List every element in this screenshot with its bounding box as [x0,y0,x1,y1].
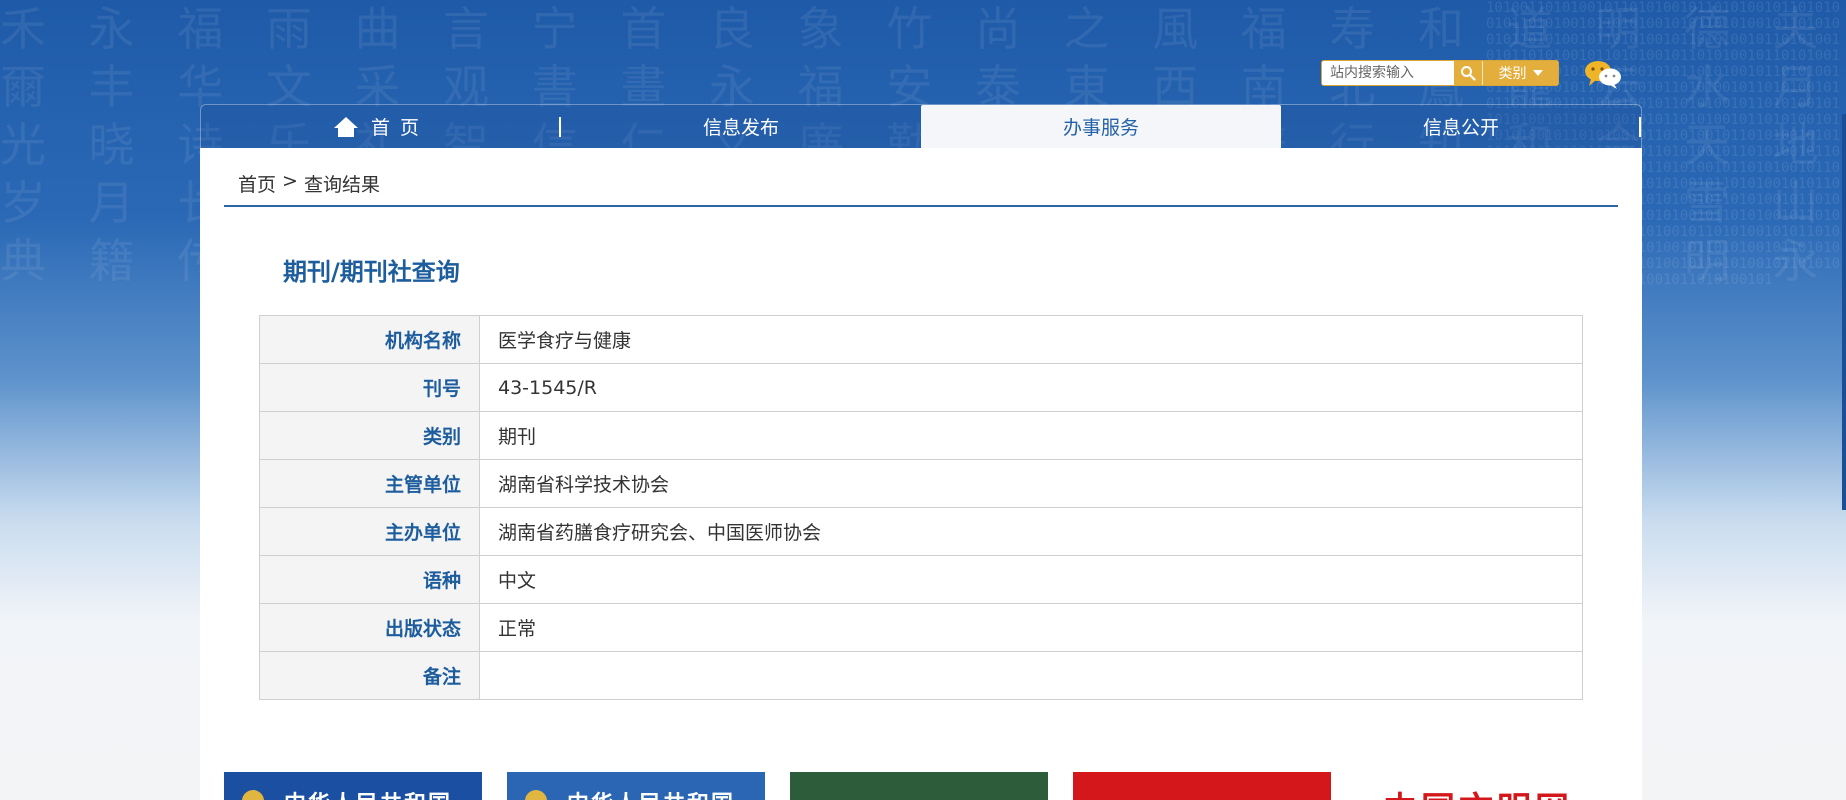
search-button[interactable] [1454,61,1483,85]
link-banners: 中华人民共和国 中华人民共和国 中国文明网 [224,772,1624,800]
table-row: 类别 期刊 [259,411,1583,460]
nav-home[interactable]: 首页 [201,105,561,148]
table-row: 主管单位 湖南省科学技术协会 [259,459,1583,508]
site-search: 类别 [1321,60,1559,86]
home-icon [333,116,358,137]
wechat-icon[interactable] [1583,58,1623,90]
category-dropdown[interactable]: 类别 [1483,61,1558,85]
field-label: 刊号 [259,363,480,412]
breadcrumb-current: 查询结果 [303,174,380,196]
field-value [479,651,1583,700]
search-input[interactable] [1322,61,1454,85]
breadcrumb-home[interactable]: 首页 [238,170,276,197]
nav-divider [1639,117,1641,137]
field-value: 湖南省科学技术协会 [479,459,1583,508]
nav-home-label: 首页 [370,117,429,139]
nav-info-release-label: 信息发布 [702,117,779,139]
table-row: 出版状态 正常 [259,603,1583,652]
field-label: 出版状态 [259,603,480,652]
page-title: 期刊/期刊社查询 [283,258,460,286]
scrollbar-edge [1842,114,1846,510]
banner-link-1[interactable]: 中华人民共和国 [224,772,482,800]
field-label: 类别 [259,411,480,460]
banner-text: 中华人民共和国 [284,786,452,800]
field-label: 机构名称 [259,315,480,364]
field-label: 主办单位 [259,507,480,556]
table-row: 语种 中文 [259,555,1583,604]
banner-text: 中华人民共和国 [567,786,735,800]
field-value: 中文 [479,555,1583,604]
table-row: 刊号 43-1545/R [259,363,1583,412]
search-icon [1461,66,1476,81]
nav-services-label: 办事服务 [1062,117,1139,139]
nav-services[interactable]: 办事服务 [921,105,1281,148]
field-label: 备注 [259,651,480,700]
field-value: 医学食疗与健康 [479,315,1583,364]
nav-info-disclosure-label: 信息公开 [1422,117,1499,139]
main-navigation: 首页 信息发布 办事服务 信息公开 [200,104,1642,148]
breadcrumb-divider [224,205,1618,207]
field-value: 期刊 [479,411,1583,460]
field-value: 正常 [479,603,1583,652]
chevron-down-icon [1532,70,1543,76]
national-emblem-icon [525,790,547,800]
category-label: 类别 [1498,66,1527,82]
field-label: 语种 [259,555,480,604]
banner-link-4[interactable] [1073,772,1331,800]
banner-link-3[interactable] [790,772,1048,800]
table-row: 机构名称 医学食疗与健康 [259,315,1583,364]
table-row: 备注 [259,651,1583,700]
banner-link-2[interactable]: 中华人民共和国 [507,772,765,800]
banner-link-5[interactable]: 中国文明网 [1359,772,1617,800]
content-panel: 首页 > 查询结果 期刊/期刊社查询 机构名称 医学食疗与健康 刊号 43-15… [200,148,1642,800]
national-emblem-icon [242,790,264,800]
field-value: 43-1545/R [479,363,1583,412]
field-label: 主管单位 [259,459,480,508]
nav-info-disclosure[interactable]: 信息公开 [1281,105,1641,148]
banner-text: 中国文明网 [1383,782,1573,800]
table-row: 主办单位 湖南省药膳食疗研究会、中国医师协会 [259,507,1583,556]
journal-details-table: 机构名称 医学食疗与健康 刊号 43-1545/R 类别 期刊 主管单位 湖南省… [259,315,1583,700]
breadcrumb: 首页 > 查询结果 [238,170,380,197]
field-value: 湖南省药膳食疗研究会、中国医师协会 [479,507,1583,556]
breadcrumb-separator: > [282,170,298,192]
nav-info-release[interactable]: 信息发布 [561,105,921,148]
